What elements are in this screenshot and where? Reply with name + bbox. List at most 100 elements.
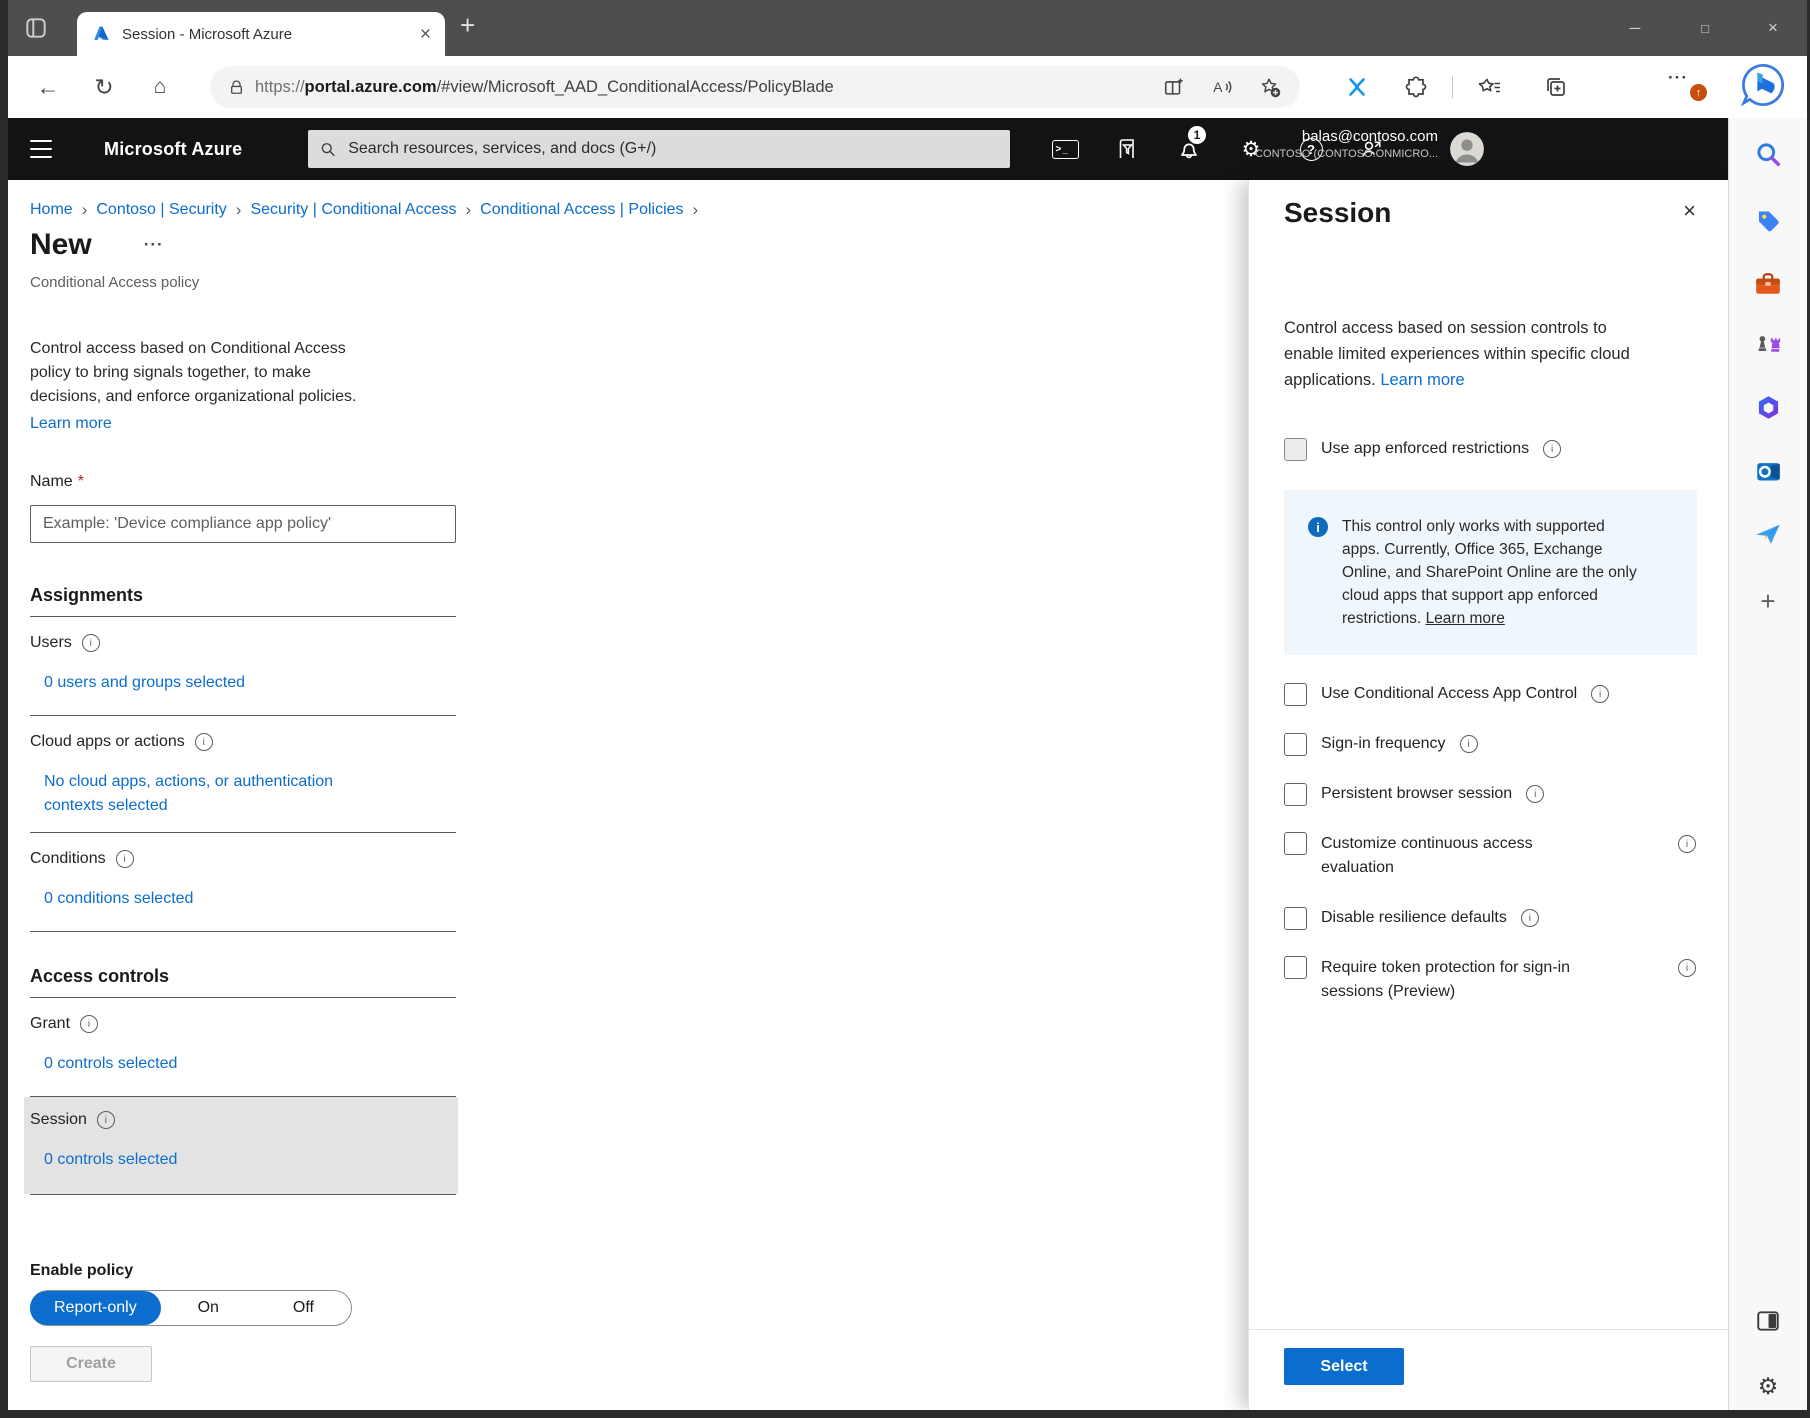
policy-name-input[interactable]: [30, 505, 456, 543]
create-button[interactable]: Create: [30, 1346, 152, 1382]
account-info[interactable]: balas@contoso.com CONTOSO (CONTOSO.ONMIC…: [1255, 128, 1438, 160]
info-icon[interactable]: i: [1460, 735, 1478, 753]
bing-chat-icon[interactable]: [1736, 58, 1790, 112]
directory-filter-icon[interactable]: [1110, 118, 1144, 180]
app-enforced-row: Use app enforced restrictions i: [1284, 437, 1696, 461]
info-icon[interactable]: i: [80, 1015, 98, 1033]
favorites-icon[interactable]: [1478, 75, 1502, 99]
conditions-selected-link[interactable]: 0 conditions selected: [44, 887, 456, 911]
sidebar-send-icon[interactable]: [1752, 518, 1784, 550]
panel-description: Control access based on session controls…: [1284, 315, 1636, 393]
azure-brand[interactable]: Microsoft Azure: [104, 118, 242, 180]
svg-text:A: A: [1213, 80, 1223, 95]
window-border-bottom: [0, 1410, 1810, 1418]
sidebar-add-icon[interactable]: +: [1752, 585, 1784, 617]
sidebar-microsoft365-icon[interactable]: [1752, 391, 1784, 423]
notification-count-badge: 1: [1188, 126, 1206, 144]
app-control-checkbox[interactable]: [1284, 683, 1307, 706]
extensions-puzzle-icon[interactable]: [1404, 75, 1428, 99]
lock-icon[interactable]: [228, 79, 245, 96]
info-icon[interactable]: i: [1521, 909, 1539, 927]
cloud-shell-icon[interactable]: >_: [1048, 118, 1082, 180]
breadcrumb-policies[interactable]: Conditional Access | Policies: [480, 201, 683, 219]
grant-selected-link[interactable]: 0 controls selected: [44, 1052, 456, 1076]
add-favorite-icon[interactable]: [1258, 75, 1282, 99]
workspaces-icon[interactable]: [22, 14, 50, 42]
azure-search-input[interactable]: [346, 139, 998, 159]
panel-learn-more-link[interactable]: Learn more: [1380, 371, 1464, 389]
sign-in-frequency-checkbox[interactable]: [1284, 733, 1307, 756]
split-screen-icon[interactable]: [1162, 75, 1186, 99]
hamburger-menu-icon[interactable]: [30, 140, 52, 158]
settings-and-more-button[interactable]: ··· ↑: [1668, 68, 1708, 106]
continuous-access-checkbox[interactable]: [1284, 832, 1307, 855]
session-section-highlighted[interactable]: Session i 0 controls selected: [24, 1097, 458, 1194]
cloud-apps-selected-link[interactable]: No cloud apps, actions, or authenticatio…: [44, 770, 384, 818]
chevron-right-icon: ›: [466, 200, 472, 220]
token-protection-checkbox[interactable]: [1284, 956, 1307, 979]
info-icon[interactable]: i: [1526, 785, 1544, 803]
info-box: i This control only works with supported…: [1284, 490, 1697, 655]
home-icon[interactable]: ⌂: [142, 56, 178, 118]
notifications-bell-icon[interactable]: 1: [1172, 118, 1206, 180]
divider: [30, 1194, 456, 1195]
sidebar-search-icon[interactable]: [1752, 138, 1784, 170]
close-icon[interactable]: ×: [1683, 200, 1696, 222]
sidebar-shopping-icon[interactable]: [1752, 204, 1784, 236]
account-email: balas@contoso.com: [1255, 128, 1438, 145]
page-title: New: [30, 228, 92, 262]
extension-x-icon[interactable]: [1345, 75, 1369, 99]
info-icon[interactable]: i: [97, 1111, 115, 1129]
session-selected-link[interactable]: 0 controls selected: [44, 1148, 452, 1172]
info-box-learn-more-link[interactable]: Learn more: [1426, 610, 1505, 627]
title-more-icon[interactable]: ···: [144, 235, 164, 255]
window-maximize-button[interactable]: □: [1682, 0, 1728, 56]
toggle-option-off[interactable]: Off: [256, 1299, 351, 1317]
cloud-apps-label: Cloud apps or actions i: [30, 733, 456, 751]
page-subtitle: Conditional Access policy: [30, 274, 456, 291]
sidebar-games-icon[interactable]: [1752, 328, 1784, 360]
name-label: Name*: [30, 473, 456, 491]
sidebar-outlook-icon[interactable]: [1752, 455, 1784, 487]
search-icon: [320, 141, 336, 158]
window-close-button[interactable]: ×: [1750, 0, 1796, 56]
blade-footer: Enable policy Report-only On Off Create: [30, 1262, 460, 1280]
collections-icon[interactable]: [1544, 75, 1568, 99]
select-button[interactable]: Select: [1284, 1348, 1404, 1385]
tab-close-icon[interactable]: ×: [420, 25, 431, 44]
window-border-left: [0, 0, 8, 1418]
breadcrumb-conditional-access[interactable]: Security | Conditional Access: [250, 201, 456, 219]
toggle-option-on[interactable]: On: [161, 1299, 256, 1317]
breadcrumb-contoso-security[interactable]: Contoso | Security: [96, 201, 226, 219]
sidebar-tools-icon[interactable]: [1752, 268, 1784, 300]
app-enforced-checkbox[interactable]: [1284, 438, 1307, 461]
info-icon[interactable]: i: [116, 850, 134, 868]
info-icon[interactable]: i: [1543, 440, 1561, 458]
back-icon[interactable]: ←: [30, 56, 66, 118]
refresh-icon[interactable]: ↻: [86, 56, 122, 118]
info-icon[interactable]: i: [195, 733, 213, 751]
info-icon[interactable]: i: [1678, 959, 1696, 977]
persistent-browser-checkbox[interactable]: [1284, 783, 1307, 806]
breadcrumb-home[interactable]: Home: [30, 201, 73, 219]
info-icon[interactable]: i: [82, 634, 100, 652]
avatar[interactable]: [1450, 132, 1484, 166]
window-minimize-button[interactable]: ─: [1612, 0, 1658, 56]
resilience-defaults-checkbox[interactable]: [1284, 907, 1307, 930]
read-aloud-icon[interactable]: A: [1210, 75, 1234, 99]
sidebar-panel-toggle-icon[interactable]: [1752, 1305, 1784, 1337]
learn-more-link[interactable]: Learn more: [30, 415, 112, 433]
toggle-option-report-only[interactable]: Report-only: [30, 1291, 161, 1325]
new-tab-button[interactable]: +: [460, 10, 475, 41]
users-selected-link[interactable]: 0 users and groups selected: [44, 671, 456, 695]
info-icon[interactable]: i: [1591, 685, 1609, 703]
page-content: Home › Contoso | Security › Security | C…: [8, 180, 1728, 1410]
enable-policy-toggle: Report-only On Off: [30, 1290, 352, 1326]
browser-tab[interactable]: Session - Microsoft Azure ×: [77, 12, 445, 56]
info-icon[interactable]: i: [1678, 835, 1696, 853]
azure-search-bar[interactable]: [308, 130, 1010, 168]
address-bar[interactable]: https://portal.azure.com/#view/Microsoft…: [210, 66, 1300, 108]
conditions-label: Conditions i: [30, 850, 456, 868]
sidebar-settings-gear-icon[interactable]: ⚙: [1752, 1370, 1784, 1402]
app-control-row: Use Conditional Access App Control i: [1284, 682, 1696, 706]
